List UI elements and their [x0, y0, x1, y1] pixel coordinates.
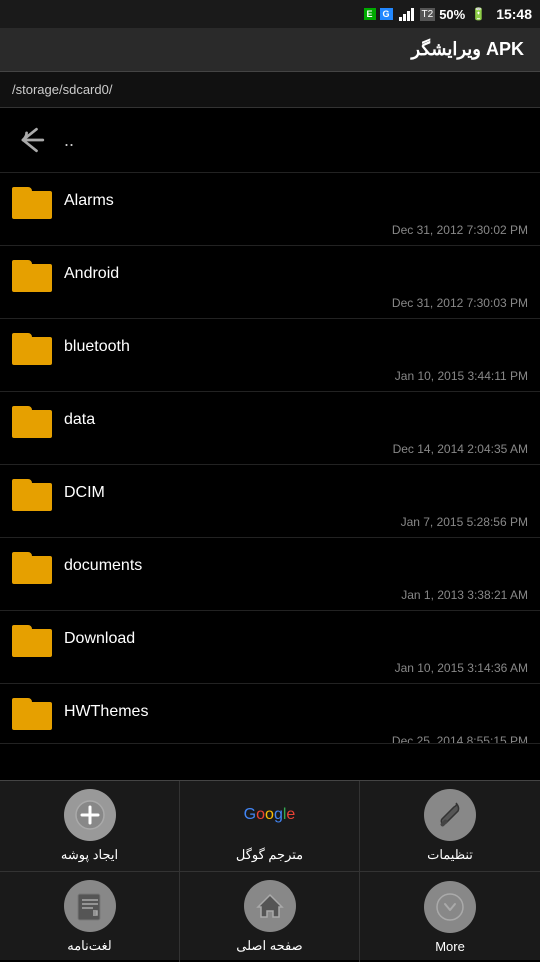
file-name: Android	[64, 265, 119, 283]
file-date: Dec 14, 2014 2:04:35 AM	[0, 440, 540, 464]
file-name: HWThemes	[64, 703, 148, 721]
file-date: Jan 7, 2015 5:28:56 PM	[0, 513, 540, 537]
dictionary-icon	[64, 880, 116, 932]
bottom-nav: ایجاد پوشه Google مترجم گوگل تنظیمات	[0, 780, 540, 960]
folder-icon	[12, 548, 52, 584]
nav-settings[interactable]: تنظیمات	[360, 781, 540, 872]
file-date: Jan 1, 2013 3:38:21 AM	[0, 586, 540, 610]
nav-label-settings: تنظیمات	[427, 847, 473, 863]
folder-icon	[12, 475, 52, 511]
back-item[interactable]: ..	[0, 108, 540, 173]
nav-create-folder[interactable]: ایجاد پوشه	[0, 781, 180, 872]
folder-icon	[12, 694, 52, 730]
file-name: documents	[64, 557, 142, 575]
current-path: /storage/sdcard0/	[12, 82, 112, 97]
app-title: APK ویرایشگر	[411, 39, 524, 60]
nav-dictionary[interactable]: لغت‌نامه	[0, 872, 180, 962]
list-item[interactable]: Download Jan 10, 2015 3:14:36 AM	[0, 611, 540, 684]
network-g-icon: G	[380, 8, 393, 20]
battery-indicator: 50%	[439, 7, 465, 22]
folder-icon	[12, 402, 52, 438]
list-item[interactable]: DCIM Jan 7, 2015 5:28:56 PM	[0, 465, 540, 538]
home-icon	[244, 880, 296, 932]
file-date: Dec 25, 2014 8:55:15 PM	[0, 732, 540, 744]
file-date: Dec 31, 2012 7:30:03 PM	[0, 294, 540, 318]
folder-icon	[12, 256, 52, 292]
nav-home[interactable]: صفحه اصلی	[180, 872, 360, 962]
nav-label-google-translate: مترجم گوگل	[236, 847, 303, 863]
more-icon	[424, 881, 476, 933]
list-item[interactable]: HWThemes Dec 25, 2014 8:55:15 PM	[0, 684, 540, 744]
add-folder-icon	[64, 789, 116, 841]
file-date: Dec 31, 2012 7:30:02 PM	[0, 221, 540, 245]
file-name: Download	[64, 630, 135, 648]
nav-google-translate[interactable]: Google مترجم گوگل	[180, 781, 360, 872]
file-name: DCIM	[64, 484, 105, 502]
file-name: data	[64, 411, 95, 429]
network-icons: E G T2	[364, 8, 436, 21]
list-item[interactable]: data Dec 14, 2014 2:04:35 AM	[0, 392, 540, 465]
file-date: Jan 10, 2015 3:44:11 PM	[0, 367, 540, 391]
nav-label-more: More	[435, 939, 465, 954]
title-bar: APK ویرایشگر	[0, 28, 540, 72]
signal-bars-icon	[399, 8, 414, 21]
settings-icon	[424, 789, 476, 841]
list-item[interactable]: documents Jan 1, 2013 3:38:21 AM	[0, 538, 540, 611]
path-bar: /storage/sdcard0/	[0, 72, 540, 108]
nav-label-create-folder: ایجاد پوشه	[61, 847, 118, 863]
battery-icon: 🔋	[471, 7, 486, 21]
list-item[interactable]: Alarms Dec 31, 2012 7:30:02 PM	[0, 173, 540, 246]
clock: 15:48	[496, 6, 532, 22]
file-name: bluetooth	[64, 338, 130, 356]
google-translate-icon: Google	[244, 789, 296, 841]
folder-icon	[12, 183, 52, 219]
nav-more[interactable]: More	[360, 872, 540, 962]
folder-icon	[12, 621, 52, 657]
file-list: .. Alarms Dec 31, 2012 7:30:02 PM Androi…	[0, 108, 540, 780]
nav-label-home: صفحه اصلی	[236, 938, 302, 954]
back-arrow-icon	[12, 120, 52, 160]
folder-icon	[12, 329, 52, 365]
list-item[interactable]: bluetooth Jan 10, 2015 3:44:11 PM	[0, 319, 540, 392]
network-t2-icon: T2	[420, 8, 436, 21]
nav-label-dictionary: لغت‌نامه	[67, 938, 112, 954]
file-date: Jan 10, 2015 3:14:36 AM	[0, 659, 540, 683]
status-bar: E G T2 50% 🔋 15:48	[0, 0, 540, 28]
file-name: Alarms	[64, 192, 114, 210]
back-label: ..	[64, 130, 74, 151]
network-e-icon: E	[364, 8, 376, 20]
list-item[interactable]: Android Dec 31, 2012 7:30:03 PM	[0, 246, 540, 319]
